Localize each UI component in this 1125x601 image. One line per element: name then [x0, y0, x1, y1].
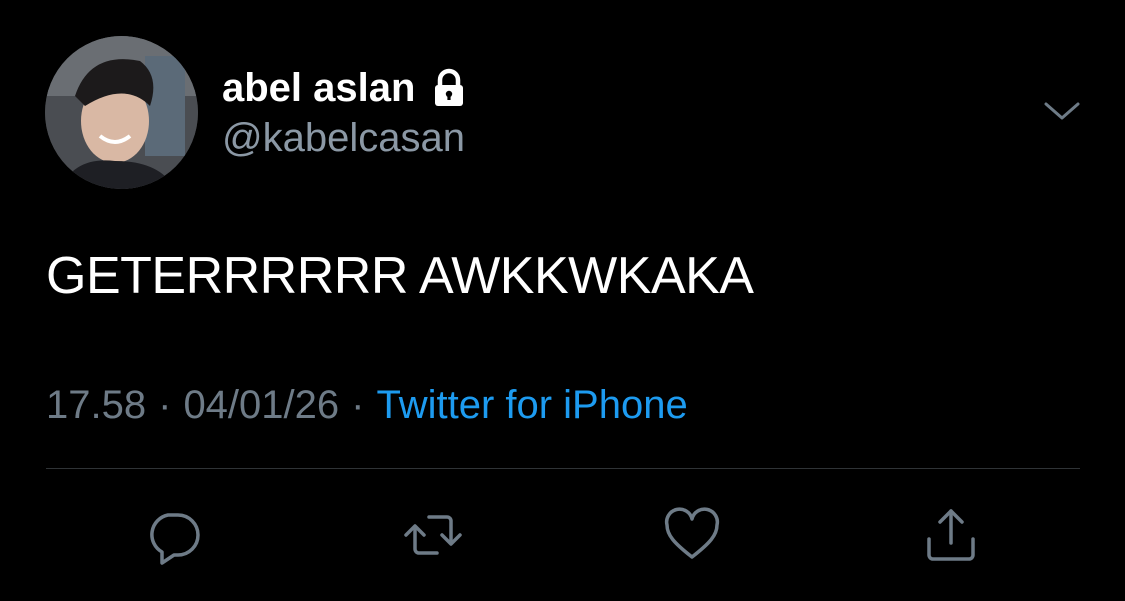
divider	[46, 468, 1080, 469]
meta-separator: ·	[158, 383, 172, 427]
meta-separator: ·	[351, 383, 365, 427]
share-button[interactable]	[921, 505, 981, 565]
tweet-meta: 17.58 · 04/01/26 · Twitter for iPhone	[46, 383, 688, 428]
lock-icon	[435, 68, 464, 106]
like-button[interactable]	[662, 505, 722, 565]
retweet-button[interactable]	[403, 505, 463, 565]
display-name: abel aslan	[222, 65, 416, 110]
heart-icon	[664, 507, 720, 559]
tweet-text: GETERRRRRR AWKKWKAKA	[46, 247, 754, 305]
tweet-date: 04/01/26	[183, 383, 340, 427]
share-icon	[927, 509, 975, 561]
display-name-row[interactable]: abel aslan	[222, 62, 469, 114]
avatar-photo	[45, 36, 198, 189]
chevron-down-icon[interactable]	[1040, 96, 1084, 126]
tweet-source-link[interactable]: Twitter for iPhone	[376, 383, 687, 427]
tweet-time: 17.58	[46, 383, 147, 427]
reply-button[interactable]	[143, 505, 203, 565]
reply-icon	[150, 513, 200, 565]
retweet-icon	[404, 515, 462, 555]
user-handle[interactable]: @kabelcasan	[222, 116, 465, 161]
avatar[interactable]	[45, 36, 198, 189]
